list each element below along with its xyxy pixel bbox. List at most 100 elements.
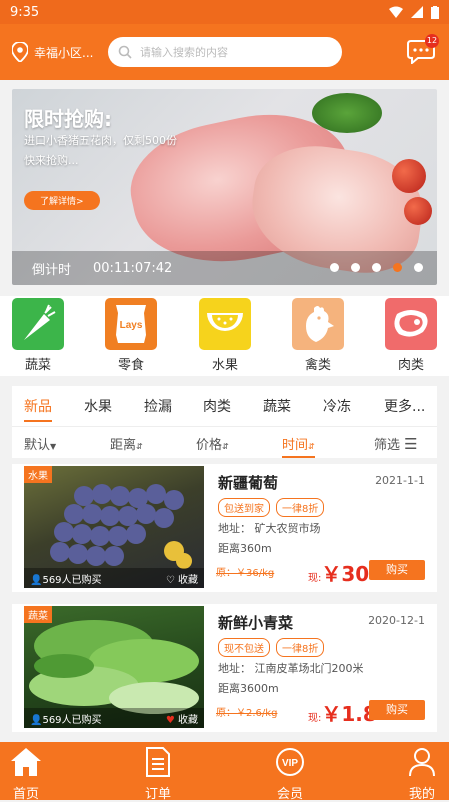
nav-label: 首页 <box>12 787 39 802</box>
buyers-count: 👤569人已购买 <box>30 571 102 586</box>
product-address: 地址： 矿大农贸市场 <box>218 522 321 535</box>
tab-new[interactable]: 新品 <box>24 396 52 422</box>
category-vegetable[interactable]: 蔬菜 <box>8 298 68 373</box>
carousel-dot[interactable] <box>414 263 423 272</box>
favorite-button[interactable]: ♥ 收藏 <box>166 711 198 726</box>
buy-button[interactable]: 购买 <box>369 700 425 720</box>
user-icon <box>409 748 435 777</box>
person-icon: 👤 <box>30 714 43 726</box>
bottom-nav: 首页 订单 VIP 会员 我的 <box>0 742 449 802</box>
svg-text:Lays: Lays <box>120 320 143 331</box>
carousel-dot[interactable] <box>330 263 339 272</box>
status-bar: 9:35 <box>0 0 449 24</box>
sort-label: 距离 <box>110 438 137 453</box>
heart-filled-icon: ♥ <box>165 714 175 726</box>
carrot-icon <box>12 298 64 350</box>
heart-outline-icon: ♡ <box>165 574 175 586</box>
sort-arrows-icon: ⇵ <box>308 442 315 451</box>
location-pin-icon <box>12 42 28 62</box>
sort-default[interactable]: 默认▼ <box>24 434 56 453</box>
nav-member[interactable]: VIP 会员 <box>260 747 320 802</box>
sort-label: 默认 <box>24 438 51 453</box>
snack-bag-icon: Lays <box>105 298 157 350</box>
nav-home[interactable]: 首页 <box>0 747 56 802</box>
delivery-chip: 包送到家 <box>218 498 270 517</box>
promo-banner[interactable]: 限时抢购: 进口小香猪五花肉，仅剩500份快来抢购... 了解详情> 倒计时 0… <box>12 89 437 285</box>
meat-icon <box>385 298 437 350</box>
sort-label: 时间 <box>282 438 309 453</box>
current-price: 现:￥30 <box>308 558 369 587</box>
category-poultry[interactable]: 禽类 <box>288 298 348 373</box>
product-image: 水果 👤569人已购买 ♡ 收藏 <box>24 466 204 588</box>
search-input[interactable]: 请输入搜索的内容 <box>108 37 342 67</box>
category-label: 肉类 <box>397 358 424 373</box>
wifi-icon <box>389 6 403 18</box>
carousel-dot[interactable] <box>351 263 360 272</box>
buy-button[interactable]: 购买 <box>369 560 425 580</box>
product-chips: 现不包送 一律8折 <box>218 638 325 657</box>
delivery-chip: 现不包送 <box>218 638 270 657</box>
banner-herb <box>312 93 382 133</box>
sort-arrows-icon: ⇵ <box>222 442 229 451</box>
rooster-icon <box>292 298 344 350</box>
discount-chip: 一律8折 <box>276 498 325 517</box>
product-card[interactable]: 水果 👤569人已购买 ♡ 收藏 新疆葡萄 2021-1-1 包送到家 一律8折… <box>12 464 437 592</box>
watermelon-icon <box>199 298 251 350</box>
sort-distance[interactable]: 距离⇵ <box>110 434 143 453</box>
favorite-button[interactable]: ♡ 收藏 <box>166 571 198 586</box>
price-label: 现: <box>308 573 322 584</box>
battery-icon <box>431 5 439 19</box>
product-name: 新鲜小青菜 <box>218 614 294 632</box>
sort-label: 价格 <box>196 438 223 453</box>
nav-label: 订单 <box>144 787 171 802</box>
category-fruit[interactable]: 水果 <box>195 298 255 373</box>
search-icon <box>118 45 132 59</box>
price-label: 现: <box>308 713 322 724</box>
tab-vegetable[interactable]: 蔬菜 <box>263 396 291 416</box>
menu-lines-icon: ☰ <box>404 435 418 453</box>
favorite-label: 收藏 <box>178 714 198 726</box>
location-selector[interactable]: 幸福小区... <box>12 42 104 62</box>
tab-more[interactable]: 更多... <box>384 396 425 416</box>
current-price: 现:￥1.8 <box>308 698 377 727</box>
product-chips: 包送到家 一律8折 <box>218 498 325 517</box>
tab-fruit[interactable]: 水果 <box>84 396 112 416</box>
buyers-text: 569人已购买 <box>42 574 102 586</box>
svg-text:VIP: VIP <box>282 758 298 769</box>
banner-more-button[interactable]: 了解详情> <box>24 191 100 210</box>
category-label: 蔬菜 <box>24 358 51 373</box>
filter-button[interactable]: 筛选 ☰ <box>374 434 418 453</box>
location-text: 幸福小区... <box>34 45 94 60</box>
vip-icon: VIP <box>276 748 304 776</box>
tab-bargain[interactable]: 捡漏 <box>144 396 172 416</box>
product-date: 2020-12-1 <box>368 614 425 627</box>
category-snack[interactable]: Lays 零食 <box>101 298 161 373</box>
original-price: 原：￥36/kg <box>216 568 275 579</box>
sort-price[interactable]: 价格⇵ <box>196 434 229 453</box>
person-icon: 👤 <box>30 574 43 586</box>
product-category-tag: 蔬菜 <box>24 606 52 623</box>
message-button[interactable]: 12 <box>407 34 439 66</box>
category-meat[interactable]: 肉类 <box>381 298 441 373</box>
nav-profile[interactable]: 我的 <box>392 747 449 802</box>
tab-meat[interactable]: 肉类 <box>203 396 231 416</box>
category-label: 禽类 <box>304 358 331 373</box>
category-row: 蔬菜 Lays 零食 水果 禽类 肉类 <box>0 296 449 376</box>
tab-frozen[interactable]: 冷冻 <box>323 396 351 416</box>
favorite-label: 收藏 <box>178 574 198 586</box>
carousel-dot[interactable] <box>372 263 381 272</box>
app-header: 幸福小区... 请输入搜索的内容 12 <box>0 24 449 80</box>
nav-orders[interactable]: 订单 <box>128 747 188 802</box>
countdown-time: 00:11:07:42 <box>93 260 173 276</box>
sort-time[interactable]: 时间⇵ <box>282 434 315 458</box>
search-placeholder: 请输入搜索的内容 <box>140 46 228 59</box>
banner-desc: 进口小香猪五花肉，仅剩500份快来抢购... <box>24 134 177 167</box>
product-card[interactable]: 蔬菜 👤569人已购买 ♥ 收藏 新鲜小青菜 2020-12-1 现不包送 一律… <box>12 604 437 732</box>
banner-tomato-2 <box>404 197 432 225</box>
category-label: 零食 <box>117 358 144 373</box>
carousel-dot-active[interactable] <box>393 263 402 272</box>
buyers-text: 569人已购买 <box>42 714 102 726</box>
product-category-tag: 水果 <box>24 466 52 483</box>
document-icon <box>146 747 170 777</box>
signal-icon <box>411 6 423 18</box>
